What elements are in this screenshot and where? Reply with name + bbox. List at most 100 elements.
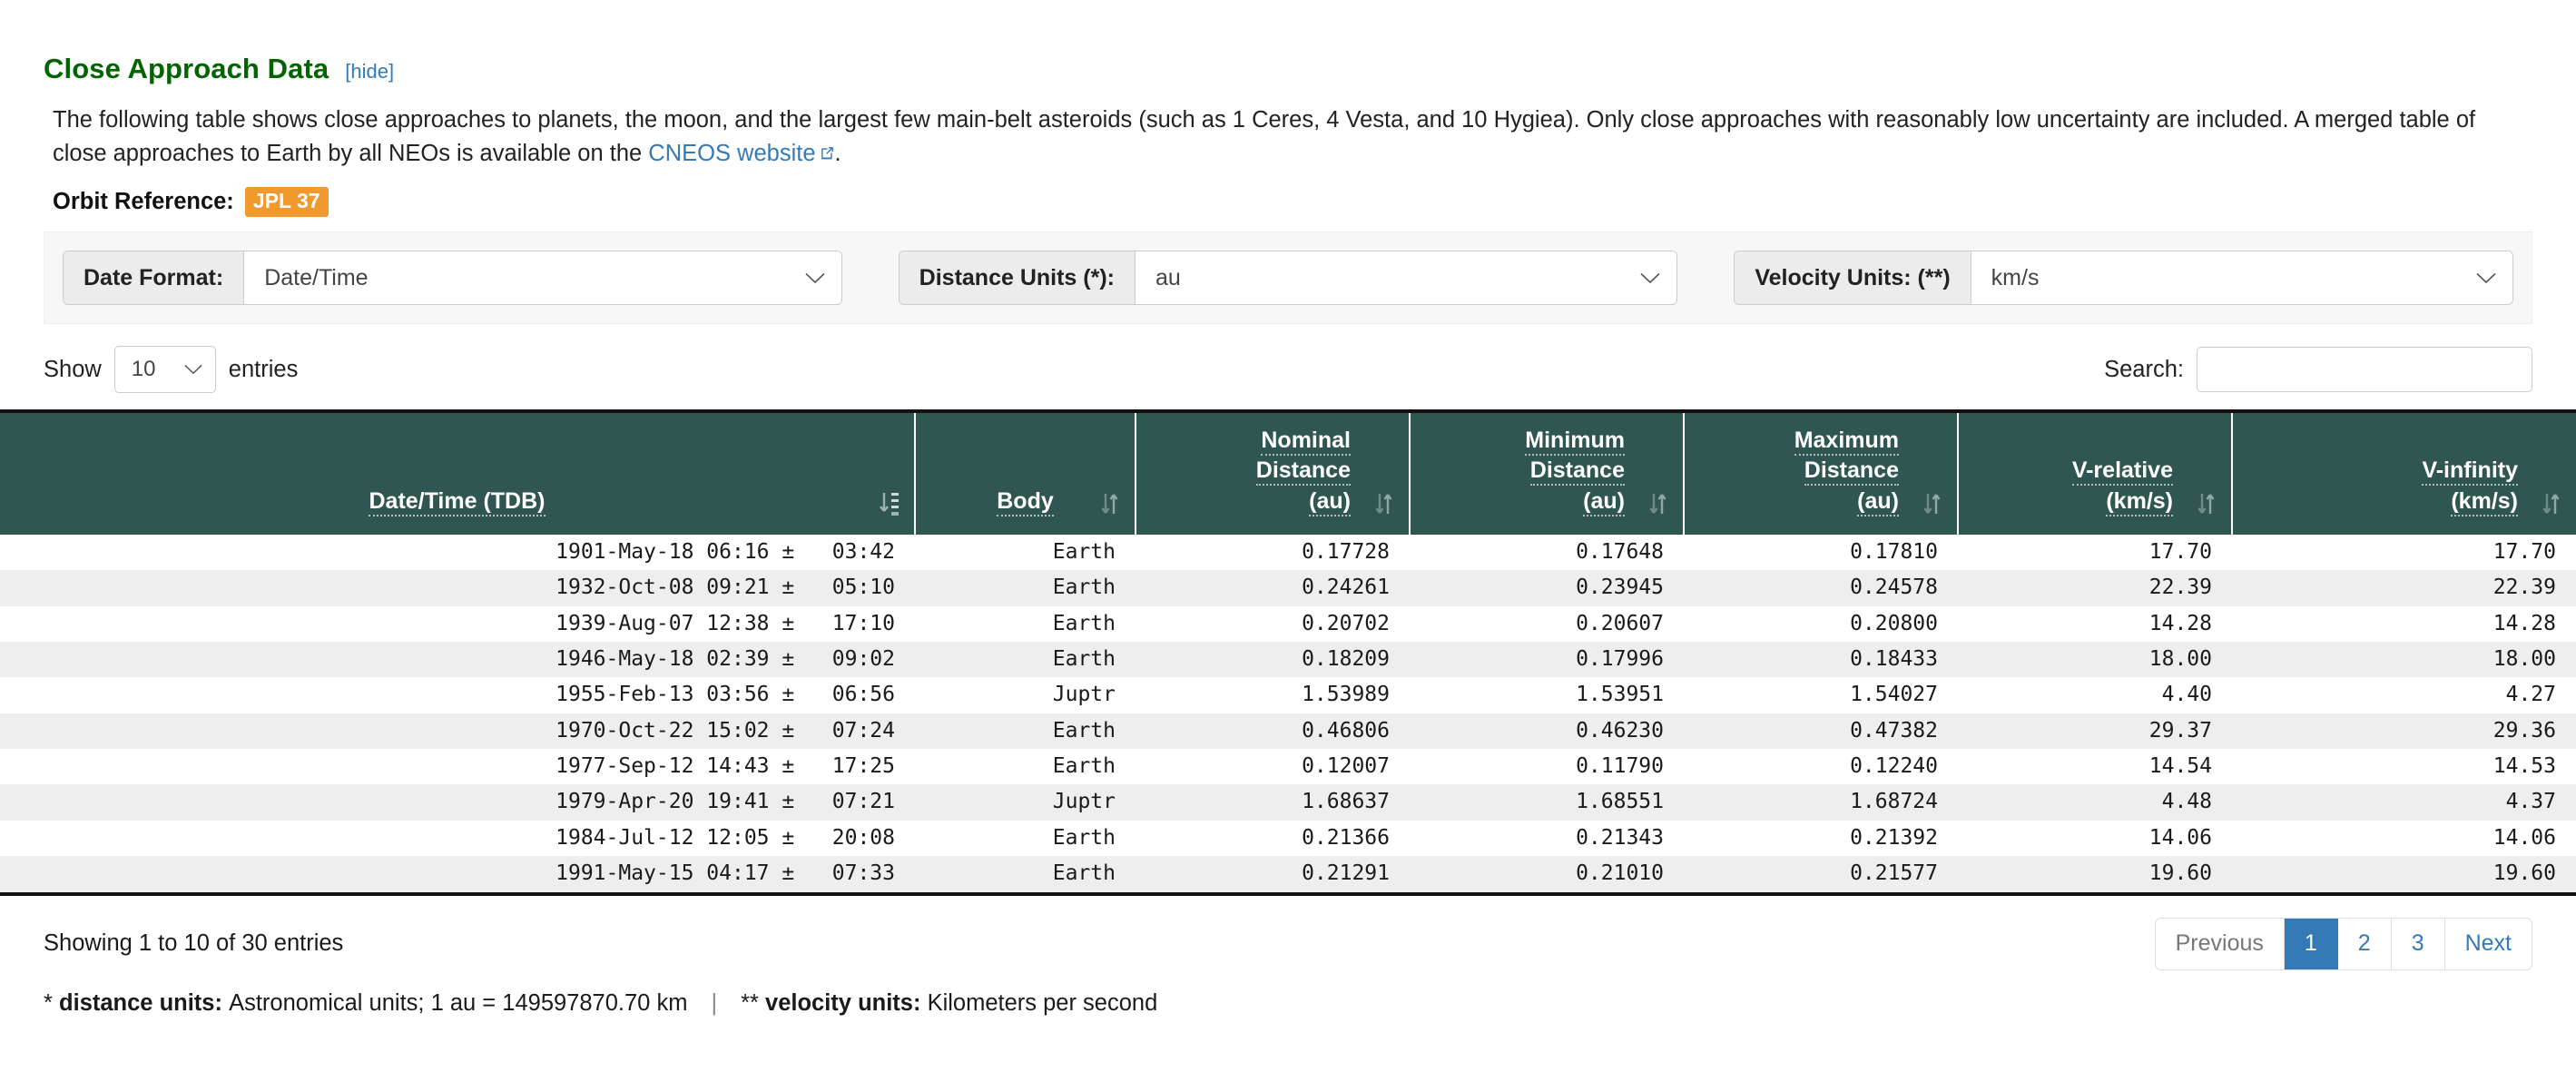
table-cell-vinf: 4.27 (2232, 677, 2576, 713)
table-cell-vinf: 22.39 (2232, 570, 2576, 606)
table-cell-date: 1991-May-15 04:17 ± 07:33 (0, 856, 915, 892)
table-cell-maximum: 0.12240 (1684, 749, 1958, 785)
table-cell-vinf: 18.00 (2232, 642, 2576, 678)
table-cell-vinf: 17.70 (2232, 534, 2576, 571)
table-cell-vinf: 14.53 (2232, 749, 2576, 785)
sort-both-icon (1098, 489, 1122, 518)
column-header-vinf-line2: (km/s) (2451, 487, 2518, 516)
table-cell-body: Earth (915, 820, 1136, 857)
table-cell-date: 1984-Jul-12 12:05 ± 20:08 (0, 820, 915, 857)
table-cell-nominal: 1.68637 (1136, 784, 1410, 821)
table-cell-body: Earth (915, 605, 1136, 643)
date-format-label: Date Format: (64, 251, 245, 305)
column-header-vinf-line1: V-infinity (2422, 457, 2518, 487)
date-format-select[interactable]: Date/Time (244, 251, 841, 305)
table-cell-body: Earth (915, 642, 1136, 678)
description-part-2: . (834, 141, 841, 167)
column-header-v-relative[interactable]: V-relative (km/s) (1958, 413, 2233, 535)
page-length-select[interactable]: 10 (113, 346, 216, 394)
table-cell-date: 1901-May-18 06:16 ± 03:42 (0, 534, 915, 571)
table-cell-maximum: 0.18433 (1684, 642, 1958, 678)
table-header-row: Date/Time (TDB) Body Nominal Distance (a… (0, 413, 2576, 535)
description-text: The following table shows close approach… (0, 103, 2576, 171)
column-header-minimum-line1: Minimum (1525, 427, 1625, 457)
table-cell-minimum: 0.11790 (1410, 749, 1684, 785)
table-cell-vinf: 4.37 (2232, 784, 2576, 821)
table-row: 1991-May-15 04:17 ± 07:33 Earth 0.21291 0.2… (0, 856, 2576, 892)
hide-toggle-link[interactable]: [hide] (345, 60, 394, 84)
table-cell-nominal: 1.53989 (1136, 677, 1410, 713)
table-cell-nominal: 0.20702 (1136, 605, 1410, 643)
table-cell-body: Earth (915, 713, 1136, 750)
column-header-nominal-line1: Nominal (1261, 427, 1351, 457)
pagination: Previous 1 2 3 Next (2154, 917, 2532, 970)
column-header-nominal-line3: (au) (1309, 487, 1351, 516)
table-cell-nominal: 0.24261 (1136, 570, 1410, 606)
table-cell-nominal: 0.17728 (1136, 534, 1410, 571)
external-link-icon (820, 145, 835, 161)
unit-notes: * distance units: Astronomical units; 1 … (44, 990, 2532, 1017)
table-cell-vinf: 14.06 (2232, 820, 2576, 857)
table-row: 1939-Aug-07 12:38 ± 17:10 Earth 0.20702 0.2… (0, 605, 2576, 643)
table-cell-date: 1970-Oct-22 15:02 ± 07:24 (0, 713, 915, 750)
table-row: 1984-Jul-12 12:05 ± 20:08 Earth 0.21366 0.2… (0, 820, 2576, 857)
column-header-datetime[interactable]: Date/Time (TDB) (0, 413, 916, 535)
column-header-maximum-distance[interactable]: Maximum Distance (au) (1684, 413, 1959, 535)
cneos-website-link[interactable]: CNEOS website (648, 141, 815, 166)
units-controls-panel: Date Format: Date/Time Distance Units (*… (44, 231, 2532, 325)
distance-units-select[interactable]: au (1135, 251, 1677, 305)
table-cell-body: Juptr (915, 677, 1136, 713)
table-cell-minimum: 0.21010 (1410, 856, 1684, 892)
section-header: Close Approach Data [hide] (0, 0, 2576, 85)
table-cell-minimum: 0.23945 (1410, 570, 1684, 606)
pagination-button-1[interactable]: 1 (2284, 918, 2338, 969)
velocity-units-value: km/s (1991, 264, 2040, 290)
show-label: Show (44, 356, 102, 382)
distance-note: * distance units: Astronomical units; 1 … (44, 990, 687, 1017)
close-approach-data-page: Close Approach Data [hide] The following… (0, 0, 2576, 1082)
pagination-button-3[interactable]: 3 (2391, 918, 2445, 969)
column-header-nominal-distance[interactable]: Nominal Distance (au) (1136, 413, 1411, 535)
table-cell-maximum: 0.24578 (1684, 570, 1958, 606)
table-cell-body: Earth (915, 749, 1136, 785)
column-header-datetime-label: Date/Time (TDB) (369, 487, 546, 516)
table-cell-minimum: 0.21343 (1410, 820, 1684, 857)
velocity-units-label: Velocity Units: (**) (1735, 251, 1971, 305)
distance-units-value: au (1155, 264, 1181, 290)
table-cell-vinf: 14.28 (2232, 605, 2576, 643)
table-header: Date/Time (TDB) Body Nominal Distance (a… (0, 413, 2576, 535)
sort-ascending-icon (878, 489, 901, 518)
table-cell-maximum: 0.47382 (1684, 713, 1958, 750)
pagination-button-next[interactable]: Next (2444, 918, 2532, 969)
sort-both-icon (2195, 489, 2218, 518)
table-body: 1901-May-18 06:16 ± 03:42 Earth 0.17728 0.1… (0, 534, 2576, 892)
column-header-minimum-distance[interactable]: Minimum Distance (au) (1410, 413, 1685, 535)
search-input[interactable] (2197, 347, 2532, 393)
show-entries-group: Show 10 entries (44, 346, 298, 394)
table-cell-vrel: 29.37 (1958, 713, 2232, 750)
table-cell-maximum: 0.21392 (1684, 820, 1958, 857)
table-cell-body: Earth (915, 534, 1136, 571)
table-row: 1977-Sep-12 14:43 ± 17:25 Earth 0.12007 0.1… (0, 749, 2576, 785)
distance-units-label: Distance Units (*): (899, 251, 1136, 305)
table-cell-maximum: 1.54027 (1684, 677, 1958, 713)
page-title: Close Approach Data (44, 53, 329, 84)
pagination-button-2[interactable]: 2 (2337, 918, 2392, 969)
velocity-units-select[interactable]: km/s (1971, 251, 2513, 305)
table-cell-vinf: 19.60 (2232, 856, 2576, 892)
search-label: Search: (2104, 356, 2184, 382)
table-cell-minimum: 1.53951 (1410, 677, 1684, 713)
close-approach-table: Date/Time (TDB) Body Nominal Distance (a… (0, 413, 2576, 892)
column-header-body[interactable]: Body (915, 413, 1136, 535)
column-header-v-infinity[interactable]: V-infinity (km/s) (2232, 413, 2576, 535)
sort-both-icon (2540, 489, 2563, 518)
table-cell-maximum: 0.20800 (1684, 605, 1958, 643)
table-cell-nominal: 0.18209 (1136, 642, 1410, 678)
distance-note-label: distance units: (59, 989, 222, 1016)
table-cell-vrel: 4.40 (1958, 677, 2232, 713)
table-cell-vrel: 14.06 (1958, 820, 2232, 857)
table-cell-minimum: 0.17648 (1410, 534, 1684, 571)
velocity-note-text: Kilometers per second (927, 989, 1158, 1016)
table-cell-vrel: 19.60 (1958, 856, 2232, 892)
velocity-note: ** velocity units: Kilometers per second (741, 990, 1157, 1017)
